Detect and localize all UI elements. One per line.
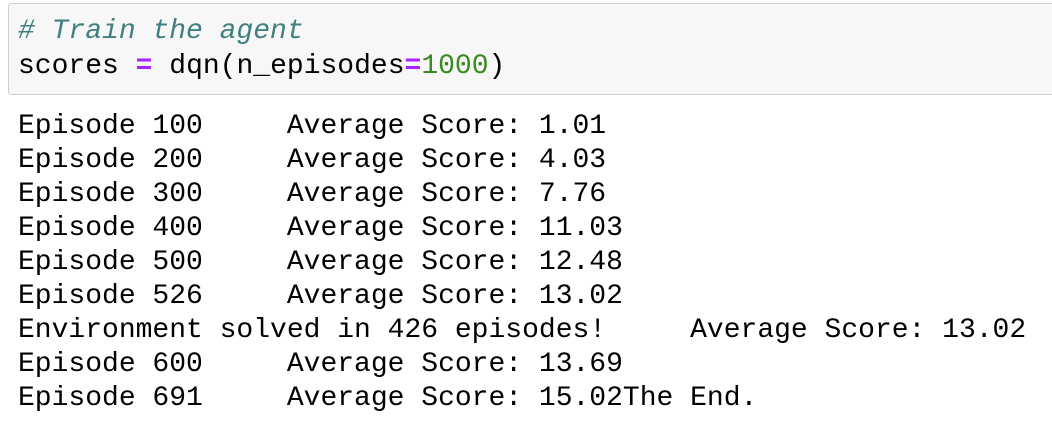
code-comment: # Train the agent [18,16,304,47]
output-line: Episode 691 Average Score: 15.02The End. [18,383,758,414]
code-close-paren: ) [488,51,506,82]
code-number: 1000 [421,51,489,82]
cell-output: Episode 100 Average Score: 1.01 Episode 2… [18,110,1026,416]
output-line: Episode 526 Average Score: 13.02 [18,281,623,312]
output-line: Episode 500 Average Score: 12.48 [18,247,623,278]
output-line: Episode 100 Average Score: 1.01 [18,111,607,142]
code-editor[interactable]: # Train the agent scores = dqn(n_episode… [18,14,505,84]
code-kwarg-equals: = [404,51,422,82]
output-line: Episode 400 Average Score: 11.03 [18,213,623,244]
code-call: dqn(n_episodes [169,51,405,82]
code-variable: scores [18,51,119,82]
output-line: Environment solved in 426 episodes! Aver… [18,315,1027,346]
output-line: Episode 300 Average Score: 7.76 [18,179,607,210]
output-line: Episode 200 Average Score: 4.03 [18,145,607,176]
output-line: Episode 600 Average Score: 13.69 [18,349,623,380]
code-operator: = [135,51,153,82]
